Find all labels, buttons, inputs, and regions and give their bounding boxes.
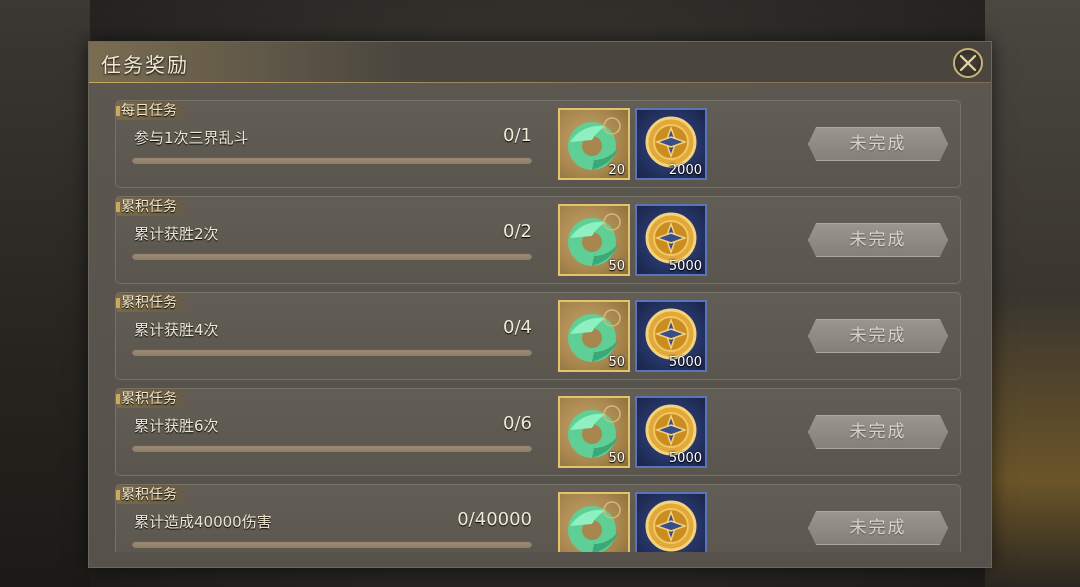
task-description: 参与1次三界乱斗 <box>134 129 249 147</box>
reward-count: 50 <box>608 259 625 274</box>
task-progress-bar <box>132 157 532 164</box>
task-type-tag: 累积任务 <box>116 294 193 312</box>
task-list[interactable]: 每日任务 参与1次三界乱斗 0/1 20 2000 未完成 累积任务 累计获胜2… <box>115 100 963 552</box>
reward-item-gold-coin[interactable]: 5000 <box>635 300 707 372</box>
task-progress-text: 0/40000 <box>457 509 532 530</box>
task-description: 累计造成40000伤害 <box>134 513 272 531</box>
reward-count: 50 <box>608 355 625 370</box>
reward-item-jade[interactable]: 20 <box>558 108 630 180</box>
task-status-button[interactable]: 未完成 <box>808 127 948 161</box>
task-row: 累积任务 累计获胜4次 0/4 50 5000 未完成 <box>115 292 961 380</box>
task-progress-bar <box>132 541 532 548</box>
task-progress-bar <box>132 253 532 260</box>
reward-count: 20 <box>608 163 625 178</box>
gold-coin-icon <box>645 500 697 552</box>
background-right <box>985 0 1080 587</box>
task-progress-bar <box>132 445 532 452</box>
task-row: 累积任务 累计造成40000伤害 0/40000 未完成 <box>115 484 961 552</box>
task-description: 累计获胜2次 <box>134 225 219 243</box>
dialog-titlebar: 任务奖励 <box>89 42 991 83</box>
reward-count: 5000 <box>668 259 702 274</box>
task-type-tag: 每日任务 <box>116 102 193 120</box>
task-row: 每日任务 参与1次三界乱斗 0/1 20 2000 未完成 <box>115 100 961 188</box>
task-row: 累积任务 累计获胜6次 0/6 50 5000 未完成 <box>115 388 961 476</box>
task-status-button[interactable]: 未完成 <box>808 223 948 257</box>
close-button[interactable] <box>953 48 983 78</box>
task-description: 累计获胜4次 <box>134 321 219 339</box>
task-description: 累计获胜6次 <box>134 417 219 435</box>
background-left <box>0 0 90 587</box>
reward-item-jade[interactable]: 50 <box>558 204 630 276</box>
reward-count: 5000 <box>668 355 702 370</box>
reward-item-gold-coin[interactable]: 5000 <box>635 396 707 468</box>
task-reward-dialog: 任务奖励 每日任务 参与1次三界乱斗 0/1 20 2000 未完成 累积任务 … <box>88 41 992 568</box>
reward-count: 50 <box>608 451 625 466</box>
task-progress-text: 0/2 <box>503 221 532 242</box>
jade-icon <box>568 501 621 552</box>
dialog-title: 任务奖励 <box>101 53 189 77</box>
task-row: 累积任务 累计获胜2次 0/2 50 5000 未完成 <box>115 196 961 284</box>
reward-item-gold-coin[interactable] <box>635 492 707 552</box>
reward-item-jade[interactable] <box>558 492 630 552</box>
reward-item-jade[interactable]: 50 <box>558 396 630 468</box>
reward-count: 5000 <box>668 451 702 466</box>
task-status-button[interactable]: 未完成 <box>808 415 948 449</box>
close-icon <box>959 54 977 72</box>
task-progress-bar <box>132 349 532 356</box>
task-type-tag: 累积任务 <box>116 486 193 504</box>
task-status-button[interactable]: 未完成 <box>808 319 948 353</box>
task-type-tag: 累积任务 <box>116 198 193 216</box>
task-progress-text: 0/6 <box>503 413 532 434</box>
task-status-button[interactable]: 未完成 <box>808 511 948 545</box>
reward-item-jade[interactable]: 50 <box>558 300 630 372</box>
reward-count: 2000 <box>668 163 702 178</box>
task-type-tag: 累积任务 <box>116 390 193 408</box>
reward-item-gold-coin[interactable]: 2000 <box>635 108 707 180</box>
task-progress-text: 0/4 <box>503 317 532 338</box>
reward-item-gold-coin[interactable]: 5000 <box>635 204 707 276</box>
task-progress-text: 0/1 <box>503 125 532 146</box>
